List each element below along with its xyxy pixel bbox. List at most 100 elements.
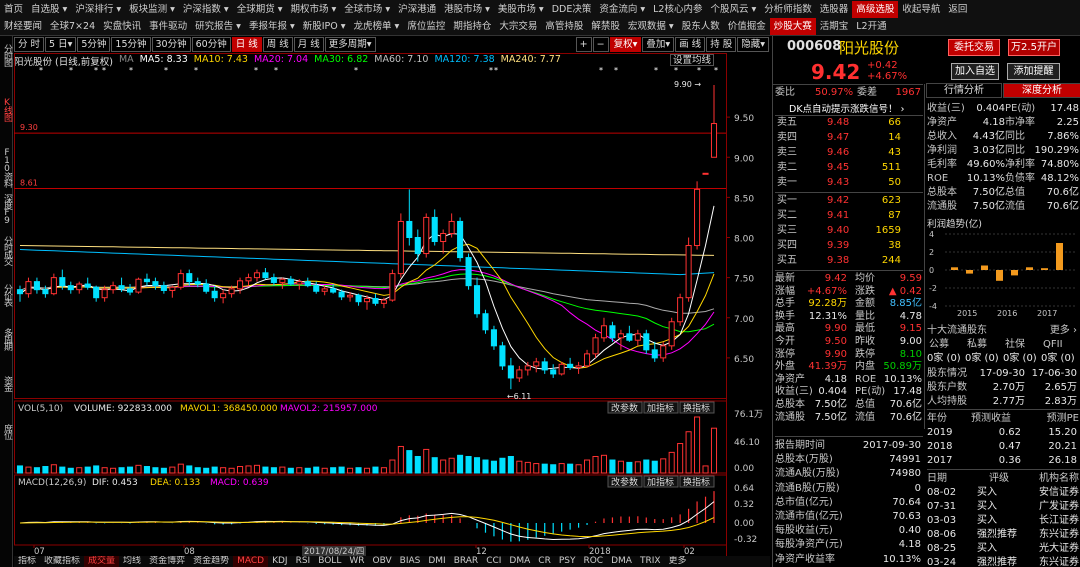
indicator-tab[interactable]: DMA — [607, 556, 636, 567]
menu-item[interactable]: 解禁股 — [587, 18, 624, 35]
candle-body[interactable] — [84, 283, 91, 288]
volume-bar[interactable] — [440, 459, 447, 474]
menu-item[interactable]: 高级选股 — [852, 1, 899, 18]
volume-bar[interactable] — [643, 459, 650, 474]
toolbar-button[interactable]: 持 股 — [706, 37, 737, 52]
candle-body[interactable] — [296, 281, 303, 285]
volume-bar[interactable] — [389, 459, 396, 474]
period-button[interactable]: 月 线 — [293, 37, 324, 52]
volume-bar[interactable] — [516, 460, 523, 474]
volume-bar[interactable] — [694, 416, 701, 474]
candle-body[interactable] — [550, 369, 557, 375]
toolbar-button[interactable]: 隐藏▾ — [737, 37, 769, 52]
candle-body[interactable] — [330, 288, 337, 293]
candle-body[interactable] — [16, 289, 24, 295]
event-marker[interactable]: * — [599, 66, 603, 75]
volume-bar[interactable] — [211, 466, 218, 474]
volume-bar[interactable] — [634, 461, 641, 474]
indicator-tab[interactable]: CR — [534, 556, 555, 567]
candle-body[interactable] — [541, 361, 548, 371]
candle-body[interactable] — [626, 333, 633, 341]
candle-body[interactable] — [634, 333, 641, 341]
candle-body[interactable] — [533, 361, 540, 367]
volume-bar[interactable] — [380, 467, 387, 474]
period-button[interactable]: 15分钟 — [111, 37, 151, 52]
indicator-tab[interactable]: DMI — [424, 556, 449, 567]
volume-bar[interactable] — [448, 457, 455, 474]
volume-bar[interactable] — [245, 465, 252, 474]
volume-bar[interactable] — [228, 467, 235, 474]
left-tab[interactable]: 资金 — [0, 376, 13, 390]
volume-bar[interactable] — [567, 463, 574, 474]
candle-body[interactable] — [685, 245, 692, 299]
menu-item[interactable]: 财经要闻 — [0, 18, 46, 35]
volume-bar[interactable] — [363, 467, 371, 474]
volume-bar[interactable] — [101, 467, 108, 474]
indicator-tab[interactable]: BIAS — [396, 556, 425, 567]
candle-body[interactable] — [42, 289, 49, 295]
volume-bar[interactable] — [143, 466, 150, 474]
menu-item[interactable]: 个股风云 ▾ — [706, 1, 760, 18]
period-button[interactable]: 30分钟 — [151, 37, 191, 52]
candle-body[interactable] — [186, 273, 193, 283]
candle-body[interactable] — [355, 294, 362, 303]
event-marker[interactable]: * — [39, 66, 43, 75]
menu-item[interactable]: 沪深指数 ▾ — [179, 1, 233, 18]
volume-bar[interactable] — [575, 464, 582, 474]
volume-bar[interactable] — [135, 464, 142, 474]
candle-body[interactable] — [677, 297, 684, 323]
indicator-tab[interactable]: 收藏指标 — [40, 556, 84, 567]
volume-bar[interactable] — [118, 467, 125, 474]
candle-body[interactable] — [101, 289, 108, 299]
volume-bar[interactable] — [660, 458, 667, 474]
left-tab[interactable]: 分时图 — [0, 44, 13, 65]
candle-body[interactable] — [313, 285, 320, 292]
toolbar-button[interactable]: 画 线 — [675, 37, 706, 52]
volume-bar[interactable] — [685, 431, 692, 474]
volume-bar[interactable] — [423, 448, 430, 474]
candle-body[interactable] — [169, 286, 176, 291]
candle-body[interactable] — [177, 273, 184, 288]
candle-body[interactable] — [567, 363, 574, 369]
tab-deep-analysis[interactable]: 深度分析 — [1003, 83, 1080, 98]
event-marker[interactable]: * — [697, 66, 701, 75]
candle-body[interactable] — [143, 278, 150, 283]
volume-bar[interactable] — [592, 455, 599, 474]
menu-item[interactable]: 席位监控 — [403, 18, 449, 35]
event-marker[interactable]: * — [494, 66, 498, 75]
period-button[interactable]: 5 日▾ — [45, 37, 77, 52]
menu-item[interactable]: 资金流向 ▾ — [595, 1, 649, 18]
volume-bar[interactable] — [50, 464, 57, 474]
volume-bar[interactable] — [524, 461, 531, 474]
candle-body[interactable] — [211, 290, 218, 299]
menu-item[interactable]: 炒股大赛 — [769, 18, 816, 35]
menu-item[interactable]: 研究报告 ▾ — [191, 18, 245, 35]
volume-bar[interactable] — [262, 466, 269, 474]
candle-body[interactable] — [584, 353, 591, 367]
volume-bar[interactable] — [372, 466, 379, 474]
candle-body[interactable] — [558, 363, 565, 375]
period-button[interactable]: 日 线 — [231, 37, 262, 52]
volume-bar[interactable] — [186, 465, 193, 474]
event-marker[interactable]: * — [354, 66, 358, 75]
toolbar-button[interactable]: 复权▾ — [609, 37, 642, 52]
menu-item[interactable]: 返回 — [944, 1, 971, 18]
volume-bar[interactable] — [270, 467, 277, 474]
toolbar-button[interactable]: − — [592, 37, 609, 52]
candle-body[interactable] — [473, 285, 481, 315]
menu-item[interactable]: 全球期货 ▾ — [233, 1, 287, 18]
volume-bar[interactable] — [42, 466, 49, 474]
menu-item[interactable]: 股东人数 — [678, 18, 724, 35]
volume-bar[interactable] — [16, 465, 24, 474]
candle-body[interactable] — [203, 283, 210, 292]
candle-body[interactable] — [126, 288, 134, 293]
event-marker[interactable]: * — [714, 66, 718, 75]
candle-body[interactable] — [499, 345, 506, 367]
volume-bar[interactable] — [194, 467, 201, 474]
candle-body[interactable] — [397, 220, 404, 275]
candle-body[interactable] — [516, 369, 523, 379]
volume-bar[interactable] — [465, 455, 472, 474]
period-button[interactable]: 60分钟 — [191, 37, 231, 52]
menu-item[interactable]: L2开通 — [852, 18, 890, 35]
candle-body[interactable] — [380, 299, 387, 304]
